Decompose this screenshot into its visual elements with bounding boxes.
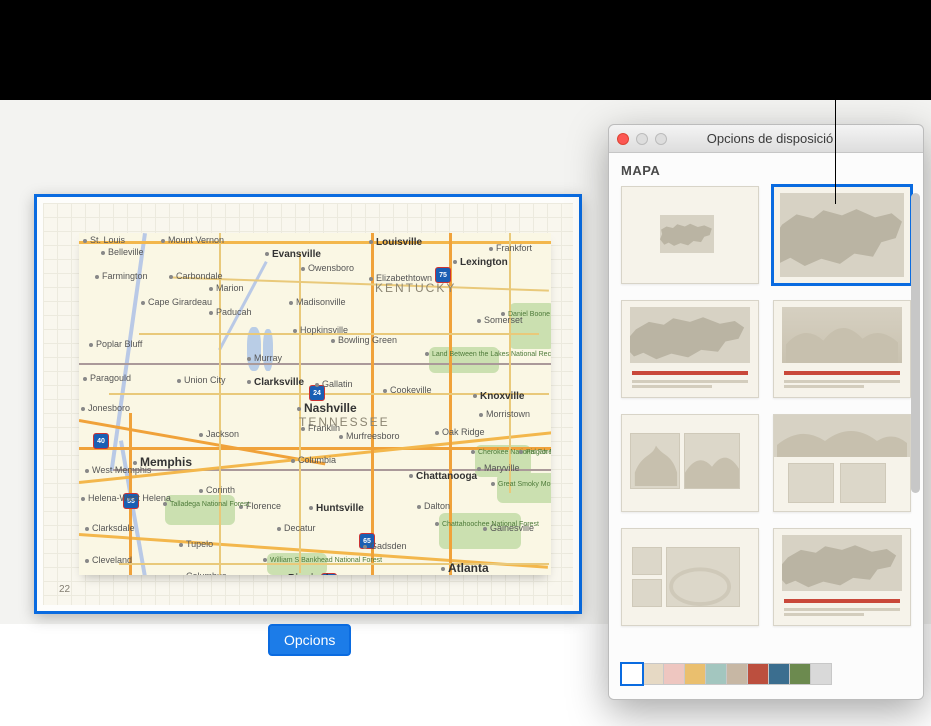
city-jonesboro: Jonesboro	[81, 403, 130, 413]
layout-thumb-1[interactable]	[621, 186, 759, 284]
scroll-thumb[interactable]	[911, 193, 920, 493]
city-westmemphis: West Memphis	[85, 465, 151, 475]
label-lbl: Land Between the Lakes National Recreati…	[425, 351, 551, 358]
city-nashville: Nashville	[297, 401, 357, 415]
city-jackson: Jackson	[199, 429, 239, 439]
city-paragould: Paragould	[83, 373, 131, 383]
city-cleveland: Cleveland	[85, 555, 132, 565]
city-carbondale: Carbondale	[169, 271, 223, 281]
city-chattanooga: Chattanooga	[409, 471, 477, 482]
label-smoky: Great Smoky Mountains National Park	[491, 481, 551, 488]
city-franklin: Franklin	[301, 423, 340, 433]
city-gadsden: Gadsden	[363, 541, 407, 551]
color-swatch-5[interactable]	[726, 663, 748, 685]
label-danielb: Daniel Boone National Forest	[501, 311, 551, 318]
city-marion: Marion	[209, 283, 244, 293]
city-murfreesboro: Murfreesboro	[339, 431, 400, 441]
layout-thumb-7[interactable]	[621, 528, 759, 626]
options-button[interactable]: Opcions	[268, 624, 351, 656]
hwy-i64	[79, 241, 551, 244]
city-owensboro: Owensboro	[301, 263, 354, 273]
forest-danielboone	[509, 303, 551, 349]
city-decatur: Decatur	[277, 523, 316, 533]
city-huntsville: Huntsville	[309, 503, 364, 514]
page-grid-background: 75 65 40 59 55 24 KENTUCKY TENNESSEE St.…	[43, 203, 573, 605]
color-swatch-0[interactable]	[621, 663, 643, 685]
layout-thumb-6[interactable]	[773, 414, 911, 512]
layout-thumb-5[interactable]	[621, 414, 759, 512]
color-swatch-4[interactable]	[705, 663, 727, 685]
city-hopkinsville: Hopkinsville	[293, 325, 348, 335]
city-gallatin: Gallatin	[315, 379, 353, 389]
panel-body: MAPA	[609, 153, 923, 699]
label-chatt: Chattahoochee National Forest	[435, 521, 539, 528]
layout-options-panel: Opcions de disposició MAPA	[608, 124, 924, 700]
label-talladega: Talladega National Forest	[163, 501, 249, 508]
city-mtvernon: Mount Vernon	[161, 235, 224, 245]
label-pisgah: Pisgah National Forest	[519, 449, 551, 456]
city-farmington: Farmington	[95, 271, 148, 281]
layout-thumb-4[interactable]	[773, 300, 911, 398]
city-oakridge: Oak Ridge	[435, 427, 485, 437]
city-clarksdale: Clarksdale	[85, 523, 135, 533]
forest-talladega	[165, 495, 235, 525]
label-bankhead: William S Bankhead National Forest	[263, 557, 382, 564]
section-label-map: MAPA	[621, 163, 911, 178]
city-murray: Murray	[247, 353, 282, 363]
layout-thumb-2[interactable]	[773, 186, 911, 284]
city-frankfort: Frankfort	[489, 243, 532, 253]
city-etown: Elizabethtown	[369, 273, 432, 283]
layout-thumb-8[interactable]	[773, 528, 911, 626]
city-capegir: Cape Girardeau	[141, 297, 212, 307]
callout-pointer	[835, 52, 836, 204]
city-evansville: Evansville	[265, 249, 321, 260]
city-maryville: Maryville	[477, 463, 520, 473]
city-louisville: Louisville	[369, 237, 422, 248]
city-knoxville: Knoxville	[473, 391, 524, 402]
panel-titlebar[interactable]: Opcions de disposició	[609, 125, 923, 153]
state-label-ky: KENTUCKY	[375, 281, 456, 295]
city-clarksville: Clarksville	[247, 377, 304, 388]
city-columbia: Columbia	[291, 455, 336, 465]
city-belleville: Belleville	[101, 247, 144, 257]
map-image: 75 65 40 59 55 24 KENTUCKY TENNESSEE St.…	[79, 233, 551, 575]
city-bowling: Bowling Green	[331, 335, 397, 345]
city-poplar: Poplar Bluff	[89, 339, 142, 349]
city-morristown: Morristown	[479, 409, 530, 419]
city-birmingham: Birmingham	[281, 573, 346, 575]
color-swatch-7[interactable]	[768, 663, 790, 685]
color-swatch-9[interactable]	[810, 663, 832, 685]
app-top-blackbar	[0, 0, 931, 100]
city-unioncity: Union City	[177, 375, 226, 385]
city-stlouis: St. Louis	[83, 235, 125, 245]
city-madisonville: Madisonville	[289, 297, 346, 307]
color-swatch-3[interactable]	[684, 663, 706, 685]
layout-thumb-grid	[621, 186, 911, 626]
city-lexington: Lexington	[453, 257, 508, 268]
city-dalton: Dalton	[417, 501, 450, 511]
city-tupelo: Tupelo	[179, 539, 213, 549]
city-cookeville: Cookeville	[383, 385, 432, 395]
city-atlanta: Atlanta	[441, 561, 489, 575]
layout-thumb-3[interactable]	[621, 300, 759, 398]
color-swatch-6[interactable]	[747, 663, 769, 685]
color-swatch-2[interactable]	[663, 663, 685, 685]
border-ky-tn	[79, 363, 551, 365]
city-columbus: Columbus	[179, 571, 227, 575]
color-swatch-8[interactable]	[789, 663, 811, 685]
city-paducah: Paducah	[209, 307, 252, 317]
shield-i40a: 40	[93, 433, 109, 449]
color-swatch-1[interactable]	[642, 663, 664, 685]
page-number: 22	[59, 584, 70, 595]
forest-smoky	[497, 473, 551, 503]
city-corinth: Corinth	[199, 485, 235, 495]
panel-scrollbar[interactable]	[909, 193, 921, 649]
city-helena: Helena-West Helena	[81, 493, 171, 503]
panel-title: Opcions de disposició	[625, 131, 915, 146]
selected-page-map[interactable]: 75 65 40 59 55 24 KENTUCKY TENNESSEE St.…	[34, 194, 582, 614]
background-color-swatches	[621, 663, 832, 685]
